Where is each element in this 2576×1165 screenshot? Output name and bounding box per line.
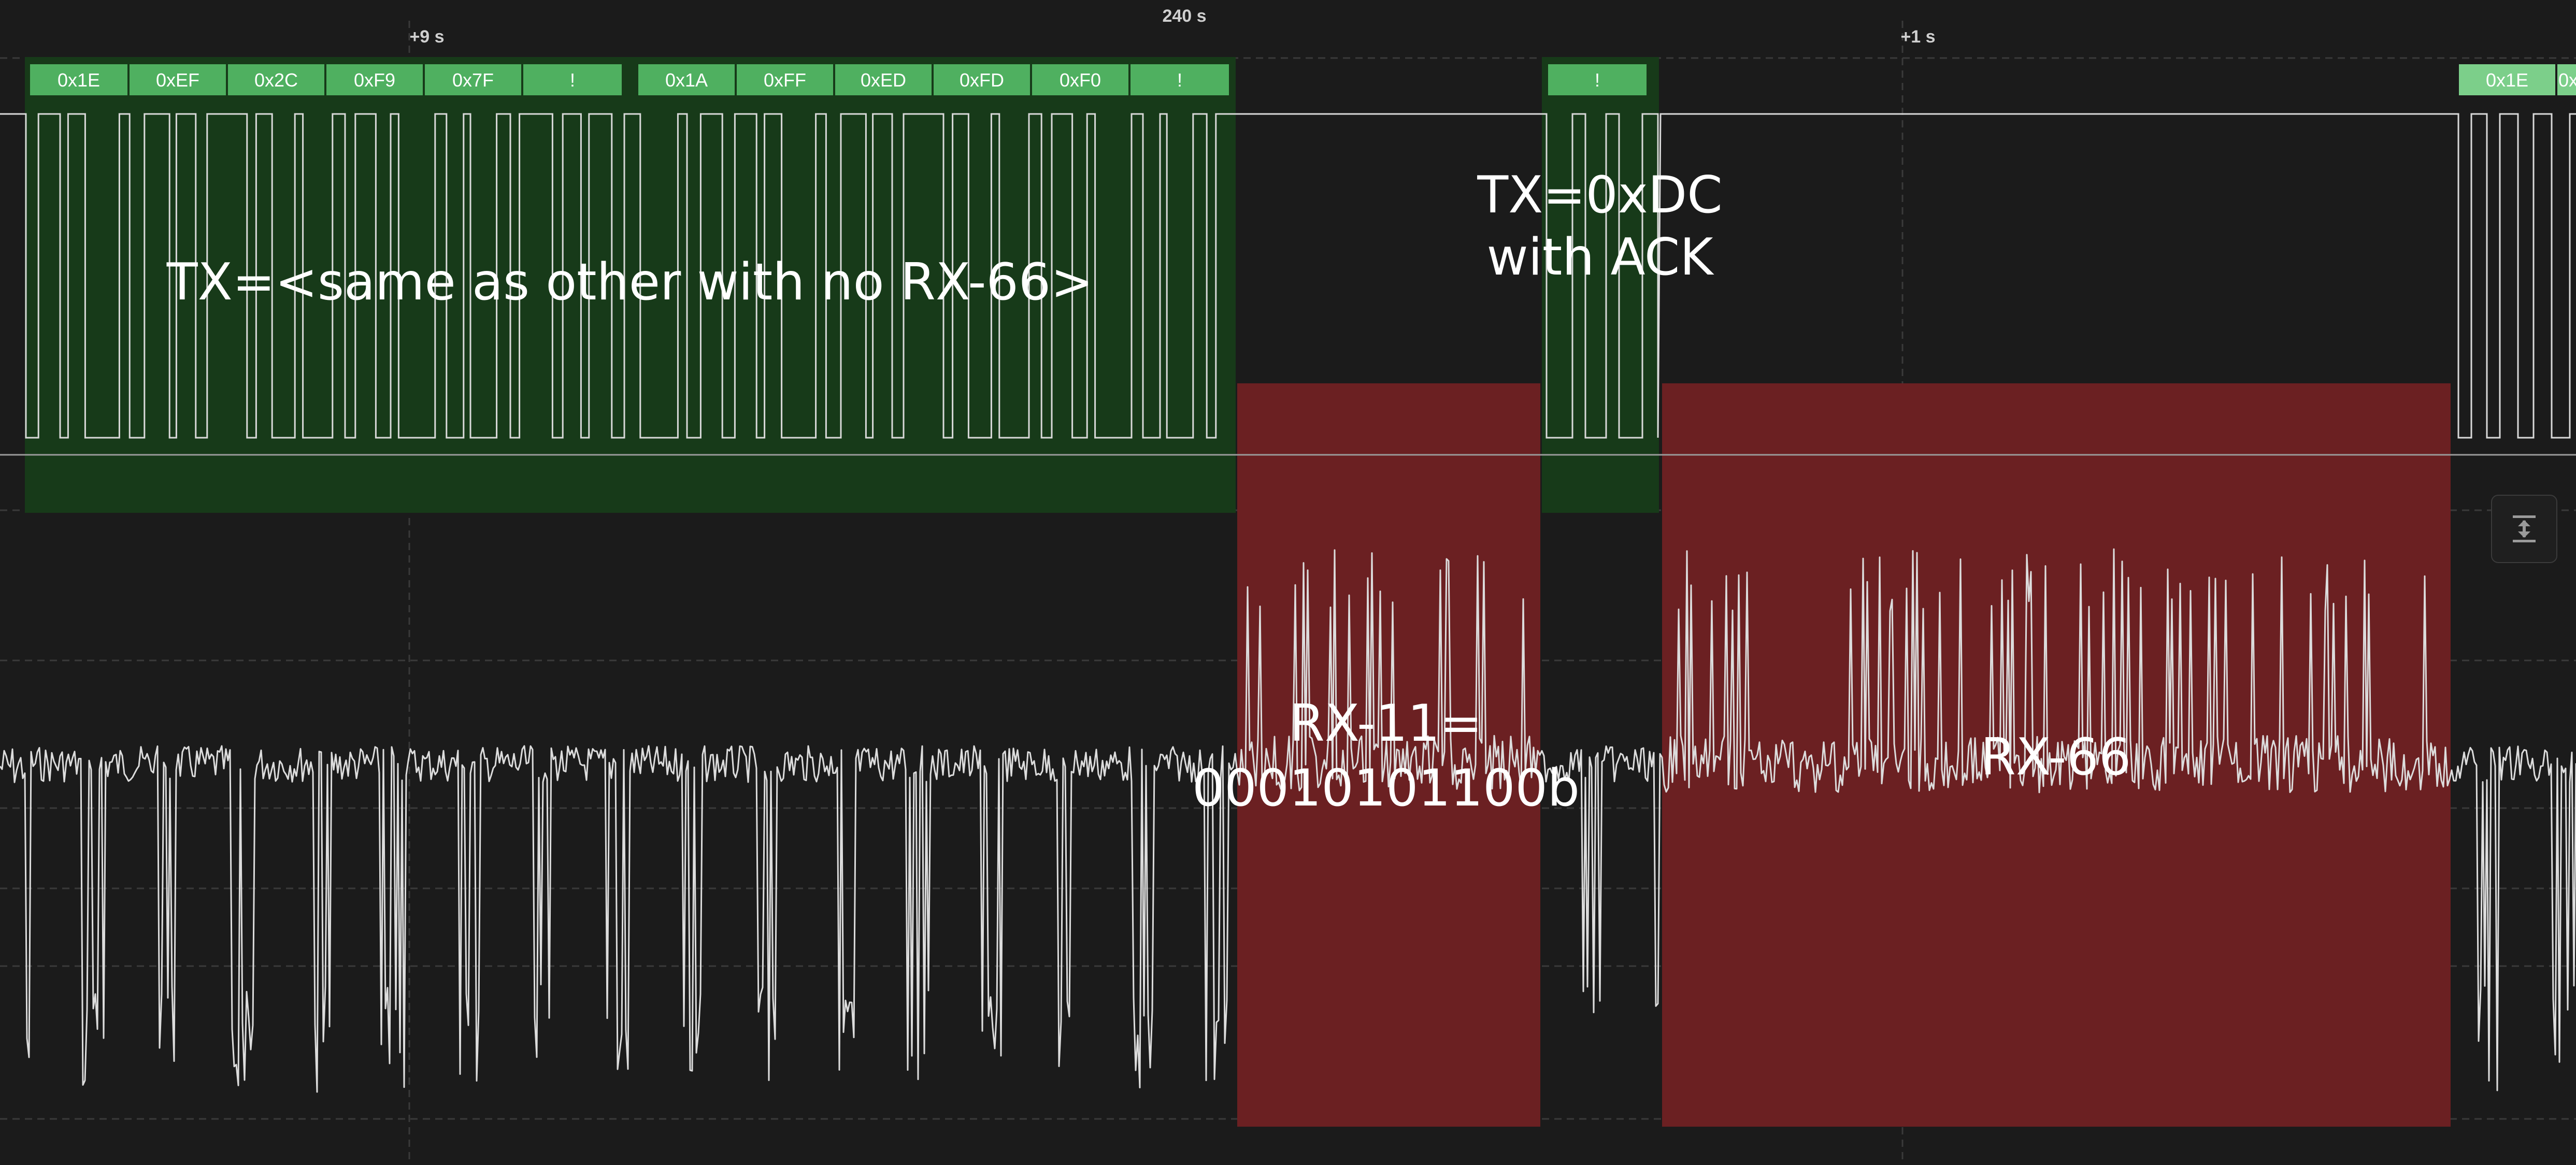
byte-label[interactable]: 0xFF <box>764 69 806 91</box>
byte-label[interactable]: 0xED <box>861 69 906 91</box>
byte-label[interactable]: 0x1E <box>2486 69 2528 91</box>
byte-label[interactable]: ! <box>1177 69 1182 91</box>
time-marker-start: +9 s <box>409 27 444 47</box>
byte-label[interactable]: 0xF9 <box>354 69 395 91</box>
byte-label[interactable]: 0x7F <box>452 69 494 91</box>
byte-label[interactable]: ! <box>570 69 575 91</box>
annotation-tx-ack-line2: with ACK <box>1486 228 1714 287</box>
fit-height-icon <box>2510 514 2539 543</box>
annotation-rx11-line2: 00010101100b <box>1192 759 1580 818</box>
byte-group-b: 0x1A 0xFF 0xED 0xFD 0xF0 ! <box>638 64 1229 95</box>
byte-group-c: ! <box>1548 64 1647 95</box>
annotation-rx11-line1: RX-11= <box>1290 694 1483 753</box>
decoded-bytes: 0x1E 0xEF 0x2C 0xF9 0x7F ! 0x1A 0xFF 0xE… <box>30 64 2576 95</box>
byte-label[interactable]: 0x1A <box>665 69 708 91</box>
byte-label[interactable]: ! <box>1595 69 1600 91</box>
fit-height-button[interactable] <box>2491 495 2557 563</box>
logic-analyzer-view: +9 s 240 s +1 s 0x1E 0xEF 0x2C 0xF9 0x7F… <box>0 0 2576 1162</box>
annotation-tx-ack-line1: TX=0xDC <box>1477 166 1722 225</box>
annotation-tx-main: TX=<same as other with no RX-66> <box>166 253 1094 312</box>
rx11-highlight <box>1237 383 1540 1127</box>
byte-label[interactable]: 0xF0 <box>1060 69 1101 91</box>
annotation-rx66: RX-66 <box>1981 728 2131 787</box>
time-marker-end: +1 s <box>1900 27 1935 47</box>
byte-label[interactable]: 0x <box>2558 69 2576 91</box>
byte-group-d: 0x1E 0x <box>2459 64 2576 95</box>
byte-label[interactable]: 0xFD <box>960 69 1004 91</box>
byte-label[interactable]: 0xEF <box>156 69 199 91</box>
time-marker-center: 240 s <box>1162 6 1206 26</box>
byte-label[interactable]: 0x1E <box>58 69 100 91</box>
byte-label[interactable]: 0x2C <box>254 69 298 91</box>
